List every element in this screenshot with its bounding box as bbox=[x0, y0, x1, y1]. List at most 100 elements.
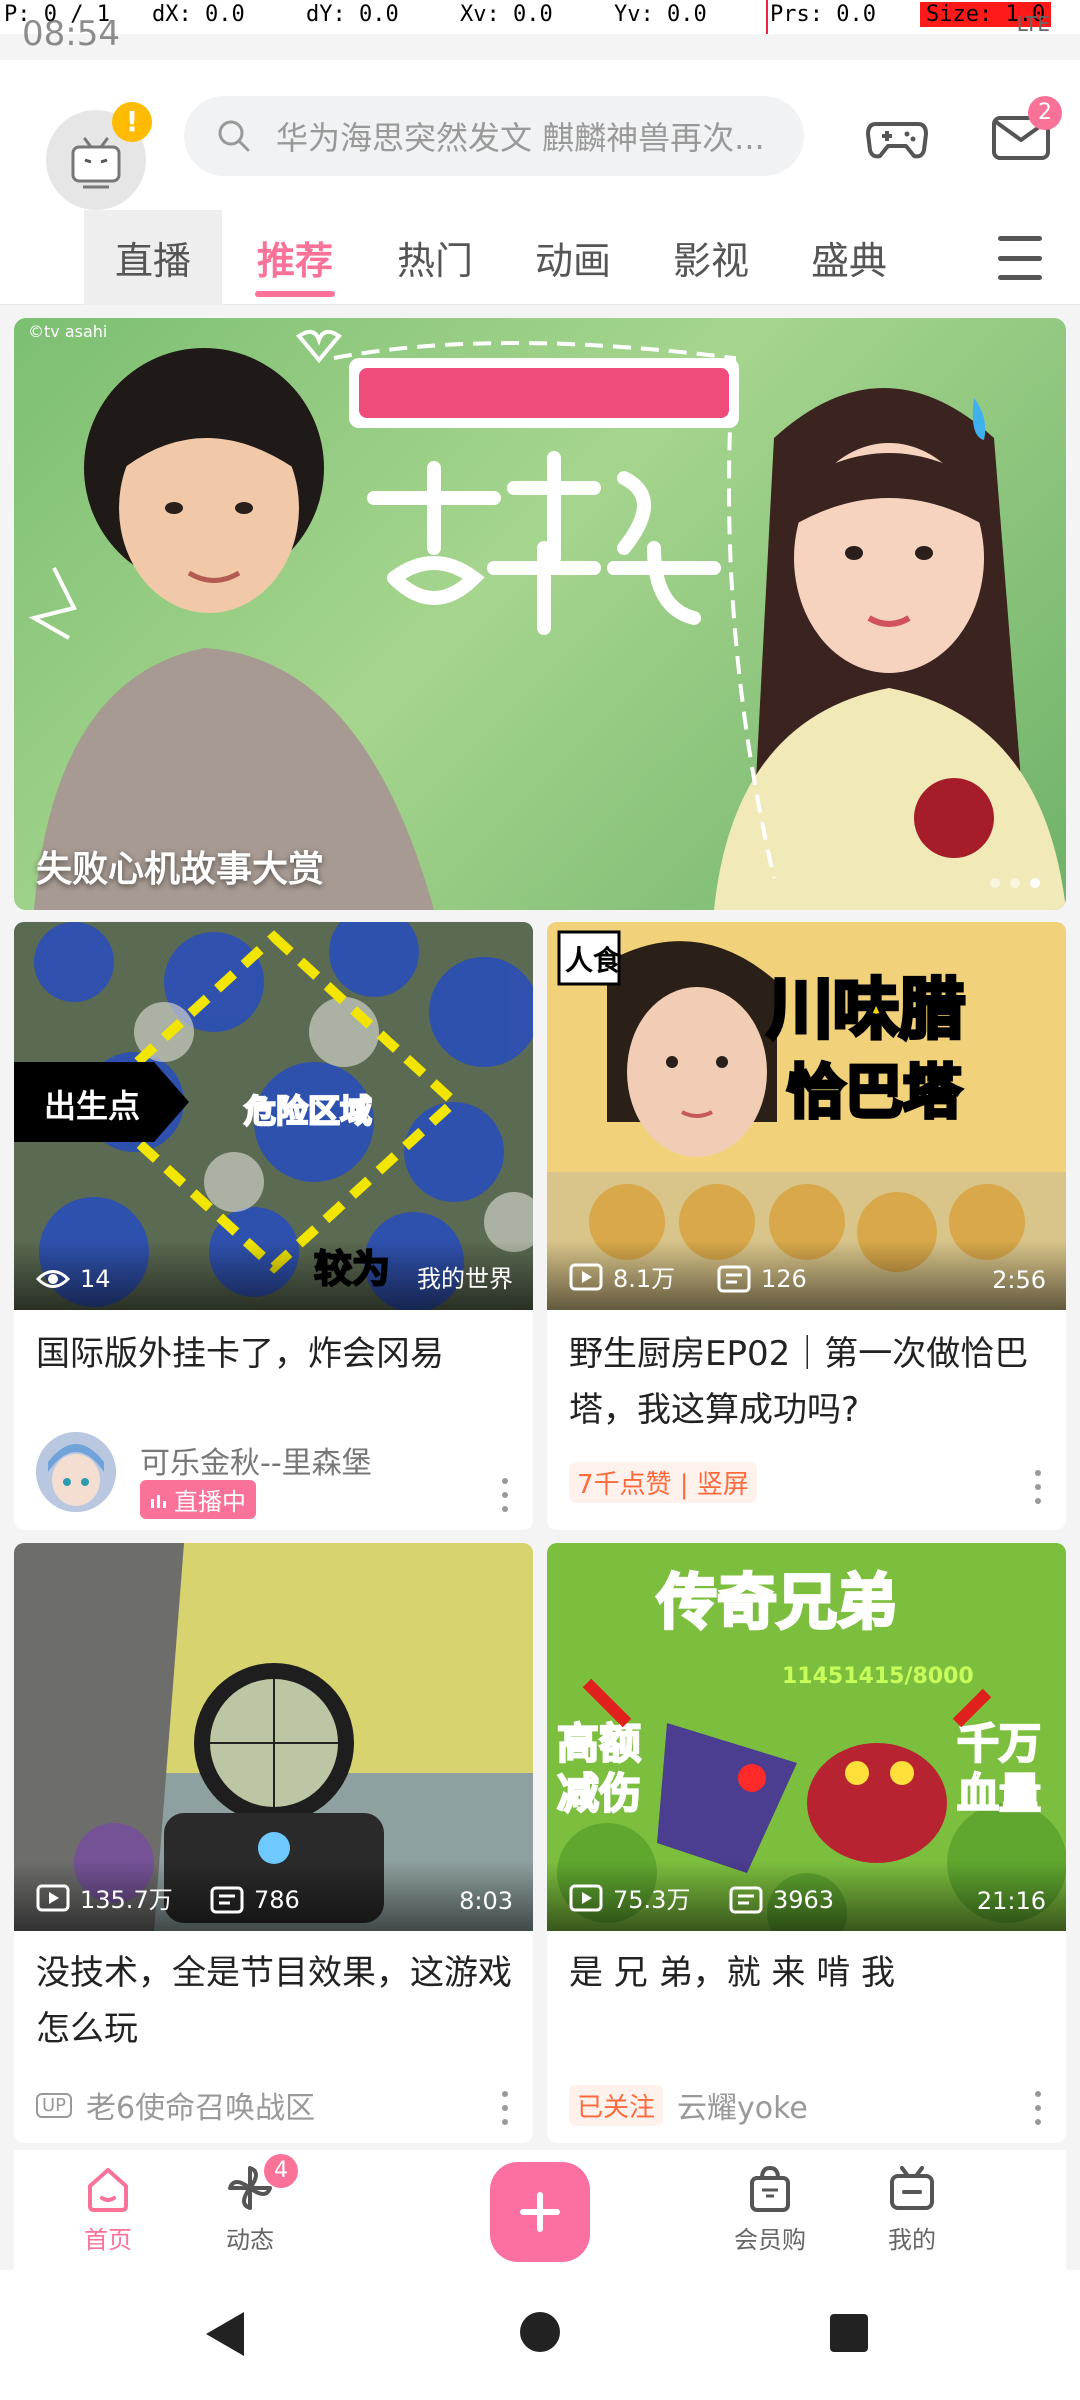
message-badge: 2 bbox=[1028, 96, 1062, 130]
search-bar[interactable]: 华为海思突然发文 麒麟神兽再次... bbox=[184, 96, 804, 176]
more-options-icon[interactable] bbox=[1034, 1470, 1042, 1504]
play-count-value: 75.3万 bbox=[613, 1886, 691, 1914]
author-name[interactable]: 可乐金秋--里森堡 bbox=[140, 1438, 372, 1482]
nav-dynamics[interactable]: 动态 4 bbox=[190, 2154, 310, 2255]
play-icon bbox=[36, 1884, 70, 1911]
pointer-location-overlay: P: 0 / 1 dX: 0.0 dY: 0.0 Xv: 0.0 Yv: 0.0… bbox=[0, 0, 1080, 34]
card-stats: 75.3万 3963 21:16 bbox=[547, 1861, 1066, 1931]
eye-icon bbox=[36, 1270, 70, 1288]
tab-hot[interactable]: 热门 bbox=[366, 210, 504, 305]
svg-text:血量: 血量 bbox=[957, 1769, 1041, 1818]
live-status-text: 直播中 bbox=[174, 1488, 246, 1516]
gamepad-icon bbox=[866, 122, 928, 159]
svg-text:高额: 高额 bbox=[557, 1719, 641, 1768]
back-icon[interactable] bbox=[206, 2312, 244, 2356]
nav-dynamics-label: 动态 bbox=[226, 2226, 274, 2254]
view-count: 14 bbox=[36, 1264, 111, 1294]
up-icon: UP bbox=[36, 2092, 73, 2118]
network-type: LTE bbox=[1016, 12, 1050, 36]
more-options-icon[interactable] bbox=[501, 2091, 509, 2125]
video-card[interactable]: 传奇兄弟 11451415/8000 高额 减伤 千万 血量 75.3万 396… bbox=[547, 1543, 1066, 2143]
comment-count-value: 3963 bbox=[773, 1886, 835, 1914]
nav-home[interactable]: 首页 bbox=[48, 2160, 168, 2255]
nav-home-label: 首页 bbox=[84, 2226, 132, 2254]
velocity-y: Yv: 0.0 bbox=[614, 2, 707, 27]
tab-film-tv[interactable]: 影视 bbox=[642, 210, 780, 305]
video-title: 国际版外挂卡了，炸会冈易 bbox=[36, 1334, 444, 1374]
nav-shop[interactable]: 会员购 bbox=[710, 2160, 830, 2255]
nav-profile[interactable]: 我的 bbox=[852, 2160, 972, 2255]
comment-icon bbox=[210, 1886, 244, 1914]
video-duration: 21:16 bbox=[976, 1887, 1046, 1915]
publish-button[interactable] bbox=[490, 2162, 590, 2262]
video-duration: 2:56 bbox=[992, 1266, 1046, 1294]
more-options-icon[interactable] bbox=[501, 1478, 509, 1512]
svg-text:川味腊: 川味腊 bbox=[767, 971, 965, 1048]
play-count-value: 8.1万 bbox=[613, 1265, 676, 1293]
live-bars-icon bbox=[151, 1494, 166, 1508]
channel-tag: 我的世界 bbox=[417, 1265, 513, 1293]
more-options-icon[interactable] bbox=[1034, 2091, 1042, 2125]
home-icon bbox=[88, 2168, 128, 2212]
play-icon bbox=[569, 1884, 603, 1911]
card-thumbnail: 人食 川味腊 恰巴塔 8.1万 126 2:56 bbox=[547, 922, 1066, 1310]
overlay-divider bbox=[766, 0, 768, 34]
status-bar: 08:54 bbox=[22, 14, 120, 54]
delta-y: dY: 0.0 bbox=[306, 2, 399, 27]
tab-anime[interactable]: 动画 bbox=[504, 210, 642, 305]
card-meta: UP 老6使命召唤战区 bbox=[36, 2083, 315, 2127]
banner-caption: 失败心机故事大赏 bbox=[36, 849, 325, 890]
author-avatar[interactable] bbox=[36, 1432, 116, 1512]
svg-text:11451415/8000: 11451415/8000 bbox=[782, 1664, 974, 1689]
svg-text:减伤: 减伤 bbox=[557, 1769, 641, 1818]
avatar-alert-badge: ! bbox=[112, 102, 152, 142]
game-center-button[interactable] bbox=[862, 102, 932, 172]
play-count: 135.7万 bbox=[36, 1880, 173, 1915]
comment-icon bbox=[717, 1265, 751, 1293]
author-name[interactable]: 老6使命召唤战区 bbox=[86, 2083, 315, 2127]
anime-avatar-icon bbox=[36, 1432, 116, 1512]
comment-count-value: 126 bbox=[761, 1265, 807, 1293]
tab-festival[interactable]: 盛典 bbox=[780, 210, 918, 305]
card-thumbnail: 传奇兄弟 11451415/8000 高额 减伤 千万 血量 75.3万 396… bbox=[547, 1543, 1066, 1931]
svg-text:千万: 千万 bbox=[957, 1719, 1041, 1768]
live-status-badge: 直播中 bbox=[140, 1480, 256, 1519]
play-count: 8.1万 bbox=[569, 1259, 675, 1294]
messages-button[interactable]: 2 bbox=[986, 96, 1062, 172]
home-circle-icon[interactable] bbox=[520, 2312, 560, 2352]
video-card[interactable]: 135.7万 786 8:03 没技术，全是节目效果，这游戏怎么玩 UP 老6使… bbox=[14, 1543, 533, 2143]
tab-live[interactable]: 直播 bbox=[84, 210, 222, 305]
search-placeholder: 华为海思突然发文 麒麟神兽再次... bbox=[276, 119, 765, 157]
tv-profile-icon bbox=[890, 2166, 934, 2210]
video-title: 是 兄 弟，就 来 啃 我 bbox=[569, 1953, 896, 1993]
card-meta: 已关注 云耀yoke bbox=[569, 2083, 808, 2127]
banner-copyright: ©tv asahi bbox=[28, 322, 108, 341]
banner-artwork bbox=[28, 329, 1066, 910]
card-thumbnail: 135.7万 786 8:03 bbox=[14, 1543, 533, 1931]
view-count-value: 14 bbox=[80, 1265, 111, 1293]
video-title: 野生厨房EP02｜第一次做恰巴塔，我这算成功吗? bbox=[569, 1334, 1029, 1430]
carousel-dots bbox=[990, 878, 1040, 888]
followed-tag: 已关注 bbox=[569, 2084, 664, 2126]
banner-carousel[interactable]: ©tv asahi 失败心机故事大赏 bbox=[14, 318, 1066, 910]
top-header: ! 华为海思突然发文 麒麟神兽再次... 2 bbox=[0, 60, 1080, 210]
system-navigation-bar bbox=[0, 2270, 1080, 2400]
svg-text:恰巴塔: 恰巴塔 bbox=[787, 1058, 962, 1126]
dynamics-badge: 4 bbox=[264, 2154, 298, 2188]
comment-count: 126 bbox=[717, 1264, 807, 1294]
card-thumbnail: 出生点 危险区域 较为 14 我的世界 bbox=[14, 922, 533, 1310]
card-stats: 135.7万 786 8:03 bbox=[14, 1861, 533, 1931]
shopping-bag-icon bbox=[750, 2165, 790, 2212]
network-indicator: LTE bbox=[1017, 12, 1050, 36]
author-name[interactable]: 云耀yoke bbox=[677, 2083, 808, 2127]
video-card[interactable]: 人食 川味腊 恰巴塔 8.1万 126 2:56 野生厨房EP02｜第一次做恰巴… bbox=[547, 922, 1066, 1530]
user-avatar[interactable]: ! bbox=[46, 102, 152, 210]
recent-apps-icon[interactable] bbox=[830, 2314, 868, 2352]
svg-text:危险区域: 危险区域 bbox=[244, 1092, 372, 1130]
tab-menu-icon[interactable] bbox=[998, 236, 1042, 280]
comment-count: 3963 bbox=[729, 1885, 834, 1915]
comment-count-value: 786 bbox=[254, 1886, 300, 1914]
delta-x: dX: 0.0 bbox=[152, 2, 245, 27]
tab-recommend[interactable]: 推荐 bbox=[226, 210, 364, 305]
video-card[interactable]: 出生点 危险区域 较为 14 我的世界 国际版外挂卡了，炸会冈易 可乐金秋--里… bbox=[14, 922, 533, 1530]
